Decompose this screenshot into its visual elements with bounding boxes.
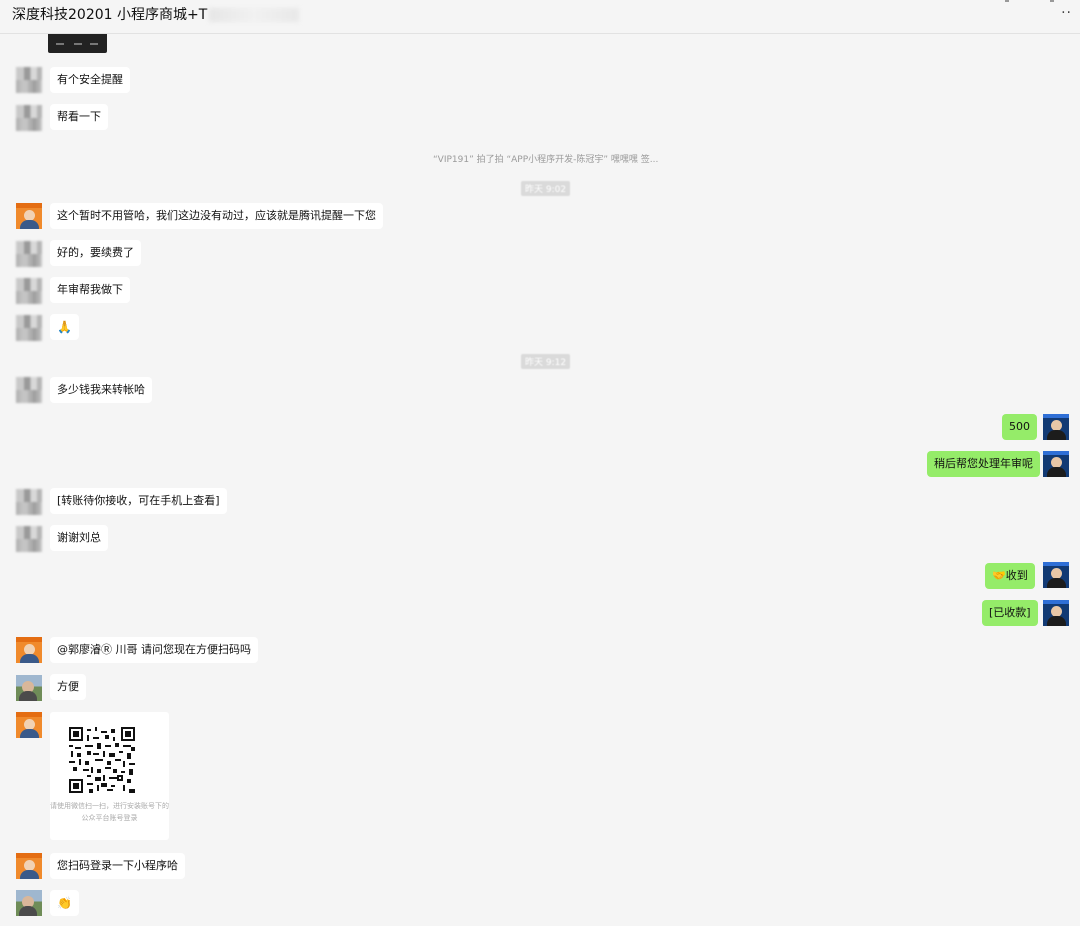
message-bubble[interactable]: 有个安全提醒	[50, 67, 130, 93]
message-bubble[interactable]: 好的，要续费了	[50, 240, 141, 266]
image-message[interactable]	[48, 34, 107, 53]
blurred-title-part	[209, 8, 300, 22]
avatar[interactable]	[16, 377, 42, 403]
avatar[interactable]	[16, 890, 42, 916]
message-bubble[interactable]: 这个暂时不用管哈，我们这边没有动过，应该就是腾讯提醒一下您	[50, 203, 383, 229]
avatar[interactable]	[16, 712, 42, 738]
avatar[interactable]	[16, 278, 42, 304]
my-avatar[interactable]	[1043, 451, 1069, 477]
my-avatar[interactable]	[1043, 562, 1069, 588]
my-message-bubble[interactable]: 稍后帮您处理年审呢	[927, 451, 1040, 477]
avatar[interactable]	[16, 67, 42, 93]
qr-caption-line1: 请使用微信扫一扫，进行安装账号下的	[50, 802, 169, 810]
window-control-minimize[interactable]	[1005, 0, 1009, 2]
avatar[interactable]	[16, 203, 42, 229]
avatar[interactable]	[16, 526, 42, 552]
receipt-message[interactable]: [已收款]	[982, 600, 1038, 626]
more-options-icon[interactable]: ··	[1061, 5, 1072, 21]
avatar[interactable]	[16, 315, 42, 341]
avatar[interactable]	[16, 105, 42, 131]
qr-caption-line2: 公众平台账号登录	[81, 814, 138, 822]
emoji-message[interactable]: 👏	[50, 890, 79, 916]
avatar[interactable]	[16, 241, 42, 267]
chat-header: 深度科技20201 小程序商城+T ··	[0, 0, 1080, 34]
message-bubble[interactable]: 谢谢刘总	[50, 525, 108, 551]
my-message-bubble[interactable]: 🤝收到	[985, 563, 1035, 589]
avatar[interactable]	[16, 637, 42, 663]
window-control-close[interactable]	[1050, 0, 1054, 2]
message-bubble[interactable]: 年审帮我做下	[50, 277, 130, 303]
my-avatar[interactable]	[1043, 600, 1069, 626]
message-bubble[interactable]: 多少钱我来转帐哈	[50, 377, 152, 403]
my-message-bubble[interactable]: 500	[1002, 414, 1037, 440]
qr-code-image	[69, 727, 135, 793]
system-notice: “VIP191” 拍了拍 “APP小程序开发-陈冠宇” 嘿嘿嘿 签...	[433, 155, 659, 165]
emoji-message[interactable]: 🙏	[50, 314, 79, 340]
avatar[interactable]	[16, 675, 42, 701]
avatar[interactable]	[16, 489, 42, 515]
message-bubble[interactable]: 帮看一下	[50, 104, 108, 130]
chat-title: 深度科技20201 小程序商城+T	[12, 4, 300, 24]
transfer-message[interactable]: [转账待你接收，可在手机上查看]	[50, 488, 227, 514]
my-avatar[interactable]	[1043, 414, 1069, 440]
message-bubble[interactable]: @郭廖濬Ⓡ 川哥 请问您现在方便扫码吗	[50, 637, 258, 663]
qr-code-message[interactable]: 请使用微信扫一扫，进行安装账号下的 公众平台账号登录	[50, 712, 169, 840]
message-bubble[interactable]: 您扫码登录一下小程序哈	[50, 853, 185, 879]
avatar[interactable]	[16, 853, 42, 879]
timestamp: 昨天 9:02	[521, 181, 571, 196]
timestamp: 昨天 9:12	[521, 354, 571, 369]
message-bubble[interactable]: 方便	[50, 674, 86, 700]
